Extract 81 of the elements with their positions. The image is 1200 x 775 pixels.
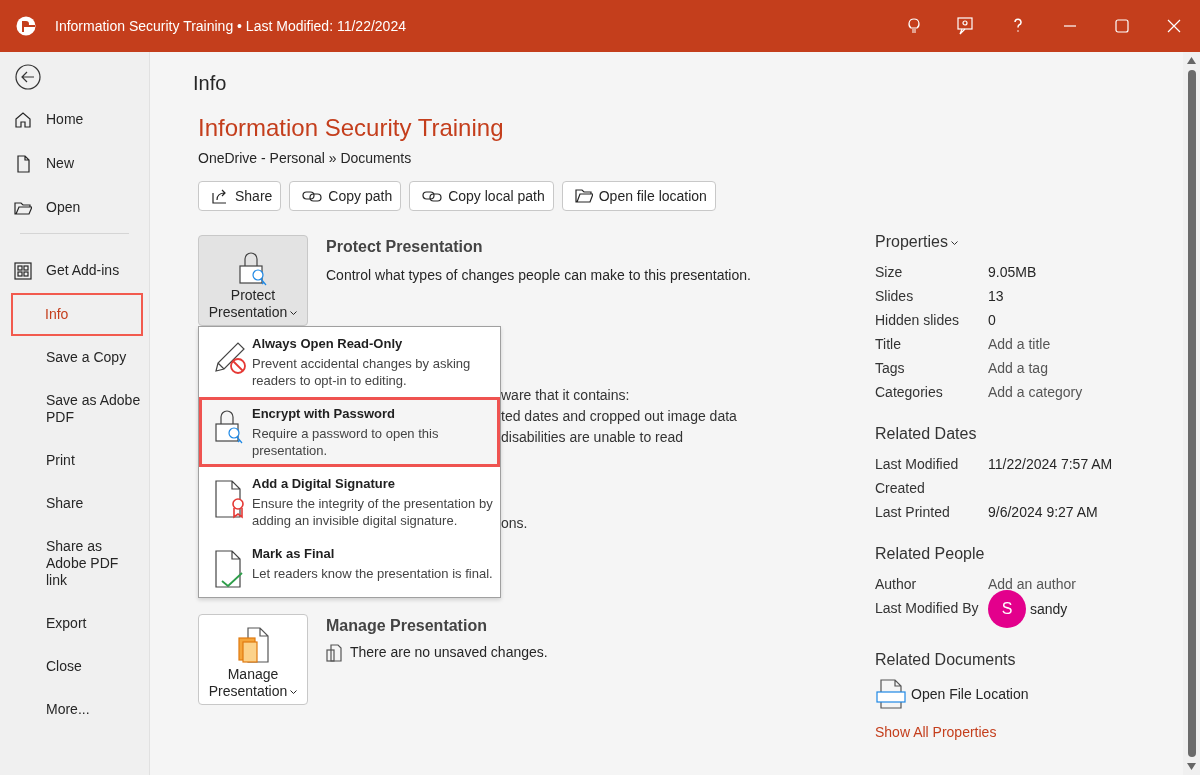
dropdown-button[interactable]: Manage Presentation (198, 614, 308, 705)
html-file-icon (875, 678, 907, 710)
group-heading: Related People (875, 544, 986, 564)
property-label: Last Modified By (875, 599, 980, 618)
document-icon (14, 155, 32, 173)
link-icon (302, 189, 323, 203)
home-icon (14, 111, 32, 129)
section-description: Control what types of changes people can make to this presentation. (326, 266, 751, 285)
menu-item[interactable]: Add a Digital Signature Ensure the integrity of the presentation by adding an invisible digital signature. (199, 467, 500, 537)
page-heading: Info (193, 71, 228, 96)
property-field[interactable]: Add a title (988, 332, 1051, 356)
back-icon[interactable] (15, 64, 41, 90)
property-value: 0 (988, 311, 996, 330)
action-button[interactable]: Open file location (561, 181, 716, 211)
file-title: Information Security Training (198, 113, 505, 143)
property-value: 11/22/2024 7:57 AM (988, 455, 1113, 474)
section-description: There are no unsaved changes. (350, 643, 548, 662)
person-name: sandy (1030, 600, 1068, 619)
file-path: OneDrive - Personal » Documents (198, 149, 413, 168)
menu-item[interactable]: Always Open Read-Only Prevent accidental changes by asking readers to opt-in to editing. (199, 327, 500, 397)
property-label: Slides (875, 287, 915, 306)
text-line: disabilities are unable to read (501, 428, 685, 447)
text-line: ware that it contains: (501, 386, 631, 405)
property-value: 9/6/2024 9:27 AM (988, 503, 1098, 522)
documents-icon (326, 643, 342, 662)
action-button[interactable]: Share (198, 181, 282, 211)
sidebar-item[interactable]: New (0, 142, 149, 186)
scroll-down-icon[interactable] (1187, 763, 1196, 770)
share-icon (211, 187, 229, 205)
text-line: ted dates and cropped out image data (501, 407, 738, 426)
scrollbar-thumb[interactable] (1187, 70, 1196, 757)
sidebar-item[interactable]: Print (0, 439, 149, 482)
action-button[interactable]: Copy local path (409, 181, 554, 211)
property-value: 13 (988, 287, 1004, 306)
property-field[interactable]: Add a tag (988, 356, 1048, 380)
menu-item[interactable]: Mark as Final Let readers know the presentation is final. (199, 537, 500, 597)
property-label: Last Printed (875, 503, 951, 522)
avatar: S (988, 590, 1026, 628)
sidebar-item[interactable]: Save as Adobe PDF (0, 379, 149, 439)
app-logo-icon (15, 15, 37, 37)
property-label: Hidden slides (875, 311, 961, 330)
sidebar-item[interactable]: Open (0, 186, 149, 230)
folder-icon (574, 188, 593, 204)
link-icon (422, 189, 443, 203)
property-label: Tags (875, 359, 906, 378)
grid-icon (14, 262, 32, 280)
caret-icon (290, 311, 298, 316)
folder-icon (14, 199, 32, 217)
sidebar-item[interactable]: Get Add-ins (0, 249, 149, 293)
group-heading: Related Documents (875, 650, 1017, 670)
property-label: Author (875, 575, 918, 594)
section-title: Manage Presentation (326, 616, 488, 636)
sidebar-item[interactable]: Close (0, 645, 149, 688)
property-label: Created (875, 479, 926, 498)
section-title: Protect Presentation (326, 237, 484, 257)
caret-icon (290, 690, 298, 695)
action-button[interactable]: Copy path (289, 181, 402, 211)
sidebar-item[interactable]: Share (0, 482, 149, 525)
property-field[interactable]: Add a category (988, 380, 1083, 404)
group-heading: Related Dates (875, 424, 978, 444)
sidebar-item[interactable]: Home (0, 98, 149, 142)
documents-icon (236, 626, 270, 666)
sidebar-item[interactable]: Info (11, 293, 143, 336)
window-title: Information Security Training • Last Modified: 11/22/2024 (55, 16, 406, 36)
property-label: Size (875, 263, 904, 282)
properties-dropdown[interactable]: Properties (875, 230, 1175, 254)
text-line: ons. (501, 514, 529, 533)
document-link[interactable]: Open File Location (911, 683, 1029, 705)
sidebar-item[interactable]: More... (0, 688, 149, 731)
sidebar-item[interactable]: Export (0, 602, 149, 645)
property-label: Categories (875, 383, 944, 402)
menu-item[interactable]: Encrypt with Password Require a password to open this presentation. (199, 397, 500, 467)
property-label: Last Modified (875, 455, 960, 474)
property-label: Title (875, 335, 902, 354)
property-value: 9.05MB (988, 263, 1037, 282)
dropdown-button[interactable]: Protect Presentation (198, 235, 308, 326)
sidebar-item[interactable]: Save a Copy (0, 336, 149, 379)
scroll-up-icon[interactable] (1187, 57, 1196, 64)
caret-icon (950, 240, 958, 245)
sidebar-item[interactable]: Share as Adobe PDF link (0, 525, 149, 602)
show-all-link[interactable]: Show All Properties (875, 724, 997, 740)
